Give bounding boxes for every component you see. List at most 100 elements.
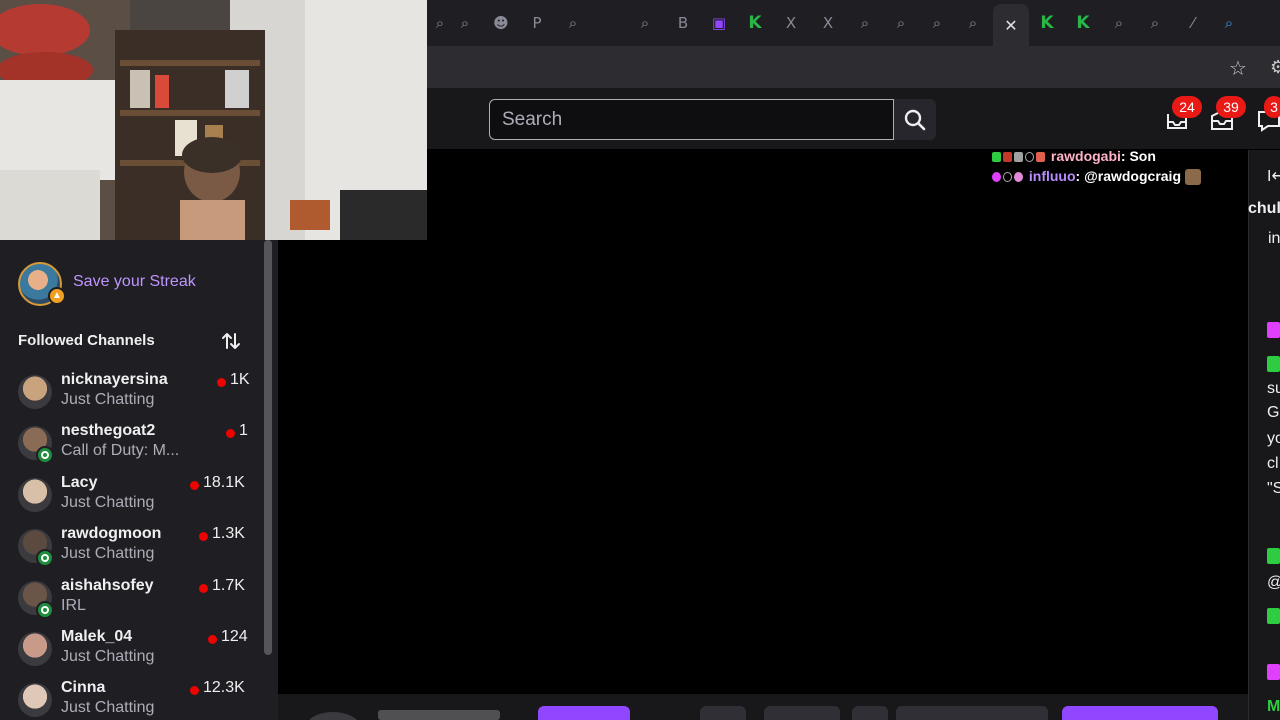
sidebar-item-malek_04[interactable]: Malek_04 Just Chatting 124 xyxy=(0,628,262,679)
more-button[interactable] xyxy=(852,706,888,720)
browser-tab-p-icon[interactable]: P xyxy=(524,10,550,36)
extensions-icon[interactable]: ⚙ xyxy=(1270,56,1280,80)
subscribe-button[interactable] xyxy=(1062,706,1218,720)
channel-category: Just Chatting xyxy=(61,545,155,563)
channel-category: IRL xyxy=(61,596,86,614)
sidebar-item-rawdogmoon[interactable]: rawdogmoon Just Chatting 1.3K xyxy=(0,525,262,576)
chat-username[interactable]: influuo xyxy=(1029,168,1076,184)
gift-sub-button[interactable] xyxy=(896,706,1048,720)
chat-fragment: yo xyxy=(1267,430,1280,447)
search-icon: ⌕ xyxy=(640,14,650,32)
heart-badge-icon xyxy=(992,172,1001,183)
browser-tab-search-icon[interactable]: ⌕ xyxy=(960,10,986,36)
chat-badge-icon xyxy=(1267,548,1280,564)
verified-badge-icon xyxy=(992,152,1001,163)
sidebar-item-lacy[interactable]: Lacy Just Chatting 18.1K xyxy=(0,474,262,525)
alerts-count-badge: 3 xyxy=(1264,96,1280,118)
browser-tab-bitcoin-icon[interactable]: B xyxy=(670,10,696,36)
browser-tab-search-icon[interactable]: ⌕ xyxy=(1142,10,1168,36)
follow-button[interactable] xyxy=(538,706,630,720)
browser-tab-search-icon[interactable]: ⌕ xyxy=(924,10,950,36)
browser-tab-emoji-icon[interactable]: ☻ xyxy=(488,10,514,36)
chat-badge-icon xyxy=(1267,664,1280,680)
kick-icon: K xyxy=(1076,13,1090,33)
browser-tab-search-icon[interactable]: ⌕ xyxy=(888,10,914,36)
live-indicator-icon xyxy=(217,378,226,387)
browser-tab-close-icon[interactable]: ✕ xyxy=(993,4,1029,46)
emoji-icon: ☻ xyxy=(493,14,509,32)
whispers-count-badge: 39 xyxy=(1216,96,1246,118)
chat-badge-icon xyxy=(1267,322,1280,338)
search-input[interactable] xyxy=(489,99,894,140)
viewer-count: 124 xyxy=(221,628,248,645)
viewer-count: 12.3K xyxy=(203,679,245,697)
channel-name: aishahsofey xyxy=(61,576,154,594)
heart-button[interactable] xyxy=(700,706,746,720)
guest-star-icon xyxy=(36,446,54,465)
chat-fragment: G xyxy=(1267,404,1280,421)
sidebar-item-nicknayersina[interactable]: nicknayersina Just Chatting 1K xyxy=(0,371,262,422)
channel-name: Malek_04 xyxy=(61,628,133,645)
browser-tab-x-icon[interactable]: X xyxy=(778,10,804,36)
viewer-count: 1 xyxy=(239,422,248,440)
viewer-count: 18.1K xyxy=(203,473,245,491)
cloud-badge-icon xyxy=(1014,172,1023,183)
channel-category: Call of Duty: M... xyxy=(61,442,180,460)
browser-tab-kick-icon[interactable]: K xyxy=(1034,10,1060,36)
search-button[interactable] xyxy=(894,99,936,140)
chat-badge-icon xyxy=(1267,356,1280,372)
search-icon: ⌕ xyxy=(1114,14,1124,32)
badge-icon xyxy=(1014,152,1023,163)
search-icon: ⌕ xyxy=(896,14,906,32)
browser-tab-kick-icon[interactable]: K xyxy=(742,10,768,36)
channel-name: Lacy xyxy=(61,473,98,491)
webcam-overlay xyxy=(0,0,427,240)
browser-tab-search-icon[interactable]: ⌕ xyxy=(1106,10,1132,36)
chat-username[interactable]: rawdogabi xyxy=(1051,148,1121,164)
search-icon: ⌕ xyxy=(860,14,870,32)
sidebar-item-cinna[interactable]: Cinna Just Chatting 12.3K xyxy=(0,679,262,720)
browser-tab-search-icon[interactable]: ⌕ xyxy=(1216,10,1242,36)
guest-star-icon xyxy=(36,600,54,619)
chat-fragment: cl xyxy=(1267,455,1279,472)
slash-icon: ⁄ xyxy=(1191,14,1195,32)
sidebar-item-aishahsofey[interactable]: aishahsofey IRL 1.7K xyxy=(0,577,262,628)
bitcoin-icon: B xyxy=(677,14,689,32)
search-icon: ⌕ xyxy=(1150,14,1160,32)
browser-tab-search-icon[interactable]: ⌕ xyxy=(427,10,453,36)
browser-tab-search-icon[interactable]: ⌕ xyxy=(452,10,478,36)
browser-tab-search-icon[interactable]: ⌕ xyxy=(632,10,658,36)
chat-fragment: @ xyxy=(1267,574,1280,592)
browser-tab-x-icon[interactable]: X xyxy=(815,10,841,36)
channel-name: rawdogmoon xyxy=(61,525,162,543)
channel-category: Just Chatting xyxy=(61,648,155,665)
live-indicator-icon xyxy=(199,532,208,542)
search-icon: ⌕ xyxy=(968,14,978,32)
live-indicator-icon xyxy=(190,686,199,696)
sub-badge-icon xyxy=(1003,152,1012,163)
streamer-name[interactable] xyxy=(378,710,500,720)
viewer-count: 1.7K xyxy=(212,576,245,594)
live-indicator-icon xyxy=(199,583,208,593)
browser-tab-slash-icon[interactable]: ⁄ xyxy=(1180,10,1206,36)
sidebar-scrollbar[interactable] xyxy=(264,240,272,655)
x-icon: X xyxy=(822,14,834,32)
browser-tab-search-icon[interactable]: ⌕ xyxy=(852,10,878,36)
search-icon: ⌕ xyxy=(460,14,470,32)
sidebar-item-nesthegoat2[interactable]: nesthegoat2 Call of Duty: M... 1 xyxy=(0,422,262,473)
search-icon: ⌕ xyxy=(568,14,578,32)
channel-avatar xyxy=(18,632,52,666)
chat-overlay: rawdogabi: Son influuo: @rawdogcraig xyxy=(992,146,1203,186)
kick-icon: K xyxy=(748,13,762,33)
sort-icon[interactable] xyxy=(220,330,242,352)
save-streak-link[interactable]: Save your Streak xyxy=(73,273,196,291)
channel-name: Cinna xyxy=(61,679,106,697)
browser-tab-search-icon[interactable]: ⌕ xyxy=(560,10,586,36)
chat-message-text: @rawdogcraig xyxy=(1084,168,1182,184)
kick-icon: K xyxy=(1040,13,1054,33)
browser-tab-twitch-icon[interactable]: ▣ xyxy=(706,10,732,36)
browser-tab-kick-icon[interactable]: K xyxy=(1070,10,1096,36)
emote-icon xyxy=(1184,169,1201,186)
drops-button[interactable] xyxy=(764,706,840,720)
bookmark-star-icon[interactable]: ☆ xyxy=(1229,56,1253,80)
